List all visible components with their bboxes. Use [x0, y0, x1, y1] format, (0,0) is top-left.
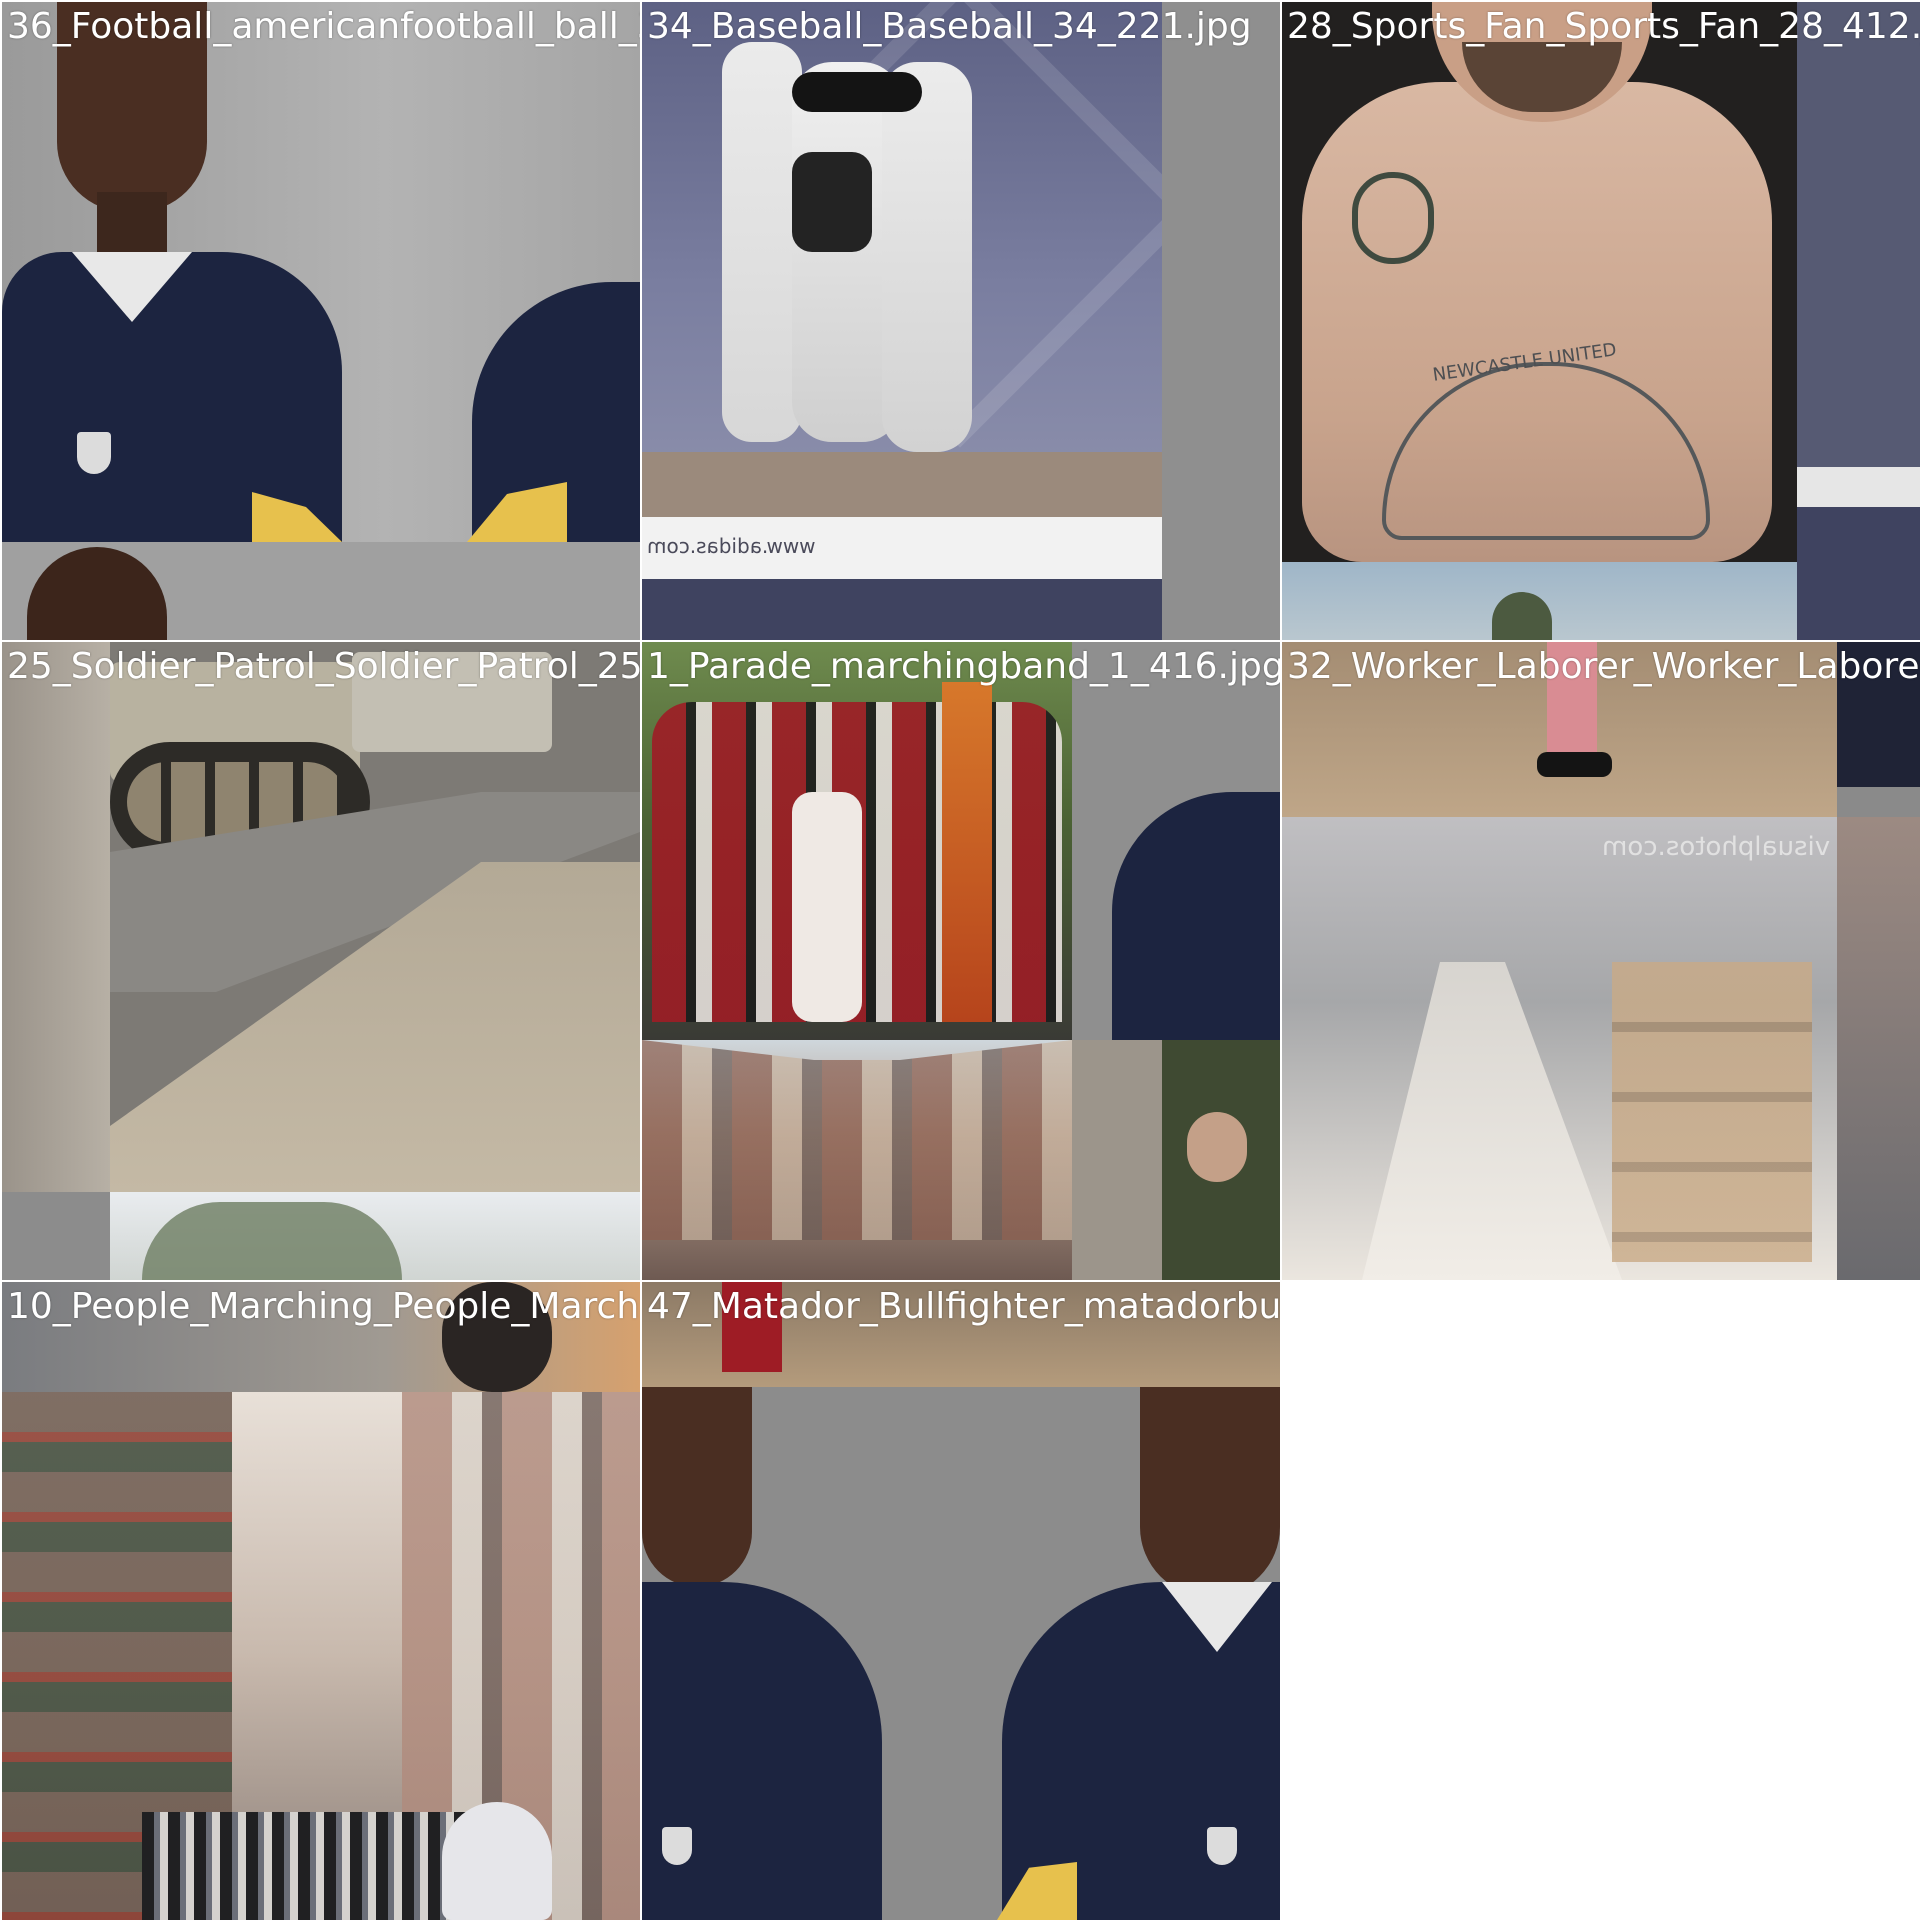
- player-head-right: [1140, 1387, 1280, 1597]
- tile-sports-fan: NEWCASTLE UNITED 28_Sports_Fan_Sports_Fa…: [1282, 2, 1920, 640]
- tile-marching-band: 1_Parade_marchingband_1_416.jpg: [642, 642, 1280, 1280]
- player-1: [722, 42, 802, 442]
- gray-right-strip: [1162, 2, 1280, 640]
- nfl-shield-logo: [77, 432, 111, 474]
- drum-major-uniform: [792, 792, 862, 1022]
- wall-panel: [1072, 1040, 1162, 1280]
- tile-baseball: www.adidas.com 34_Baseball_Baseball_34_2…: [642, 2, 1280, 640]
- tile-label: 1_Parade_marchingband_1_416.jpg: [647, 646, 1280, 687]
- soldier-face: [1187, 1112, 1247, 1182]
- tile-label: 10_People_Marching_People_Marching_10_10…: [7, 1286, 640, 1327]
- player-caps: [792, 72, 922, 112]
- street-buildings: [642, 1040, 1072, 1240]
- tile-label: 34_Baseball_Baseball_34_221.jpg: [647, 6, 1252, 47]
- tile-worker-laborer: visualphotos.com 32_Worker_Laborer_Worke…: [1282, 642, 1920, 1280]
- visualphotos-watermark: visualphotos.com: [1602, 832, 1831, 862]
- tile-label: 32_Worker_Laborer_Worker_Laborer_32_: [1287, 646, 1920, 687]
- street-side-panel: [1837, 817, 1920, 1280]
- lower-left-gray: [2, 1192, 110, 1280]
- player-3: [882, 62, 972, 452]
- flags: [942, 682, 992, 1022]
- dragon-tattoo: [1352, 172, 1434, 264]
- player-head-left: [642, 1387, 752, 1587]
- ad-side-panel: [1797, 2, 1920, 502]
- adidas-url-watermark: www.adidas.com: [647, 534, 816, 558]
- tile-soldier-patrol: 25_Soldier_Patrol_Soldier_Patrol_25_262.…: [2, 642, 640, 1280]
- nfl-shield-right: [1207, 1827, 1237, 1865]
- black-shoes: [1537, 752, 1612, 777]
- nfl-shield-left: [662, 1827, 692, 1865]
- tile-label: 36_Football_americanfootball_ball_36_49.…: [7, 6, 640, 47]
- boxes: [1612, 962, 1812, 1262]
- ad-bottom-band: [642, 579, 1162, 640]
- palm-fronds: [142, 1202, 402, 1280]
- catcher-gear: [792, 152, 872, 252]
- player-jersey: [2, 252, 342, 542]
- infield-dirt: [642, 452, 1162, 517]
- tile-football: 36_Football_americanfootball_ball_36_49.…: [2, 2, 640, 640]
- tile-matador-bullfighter: 47_Matador_Bullfighter_matadorbullfighti: [642, 1282, 1280, 1920]
- stone-wall-strip: [2, 642, 110, 1192]
- tile-label: 25_Soldier_Patrol_Soldier_Patrol_25_262.…: [7, 646, 640, 687]
- ad-side-bar: [1797, 467, 1920, 507]
- tile-people-marching: 10_People_Marching_People_Marching_10_10…: [2, 1282, 640, 1920]
- motorcycle-officer: [442, 1802, 552, 1920]
- tile-label: 28_Sports_Fan_Sports_Fan_28_412.jpg: [1287, 6, 1920, 47]
- tile-label: 47_Matador_Bullfighter_matadorbullfighti: [647, 1286, 1280, 1327]
- ad-side-footer: [1797, 507, 1920, 640]
